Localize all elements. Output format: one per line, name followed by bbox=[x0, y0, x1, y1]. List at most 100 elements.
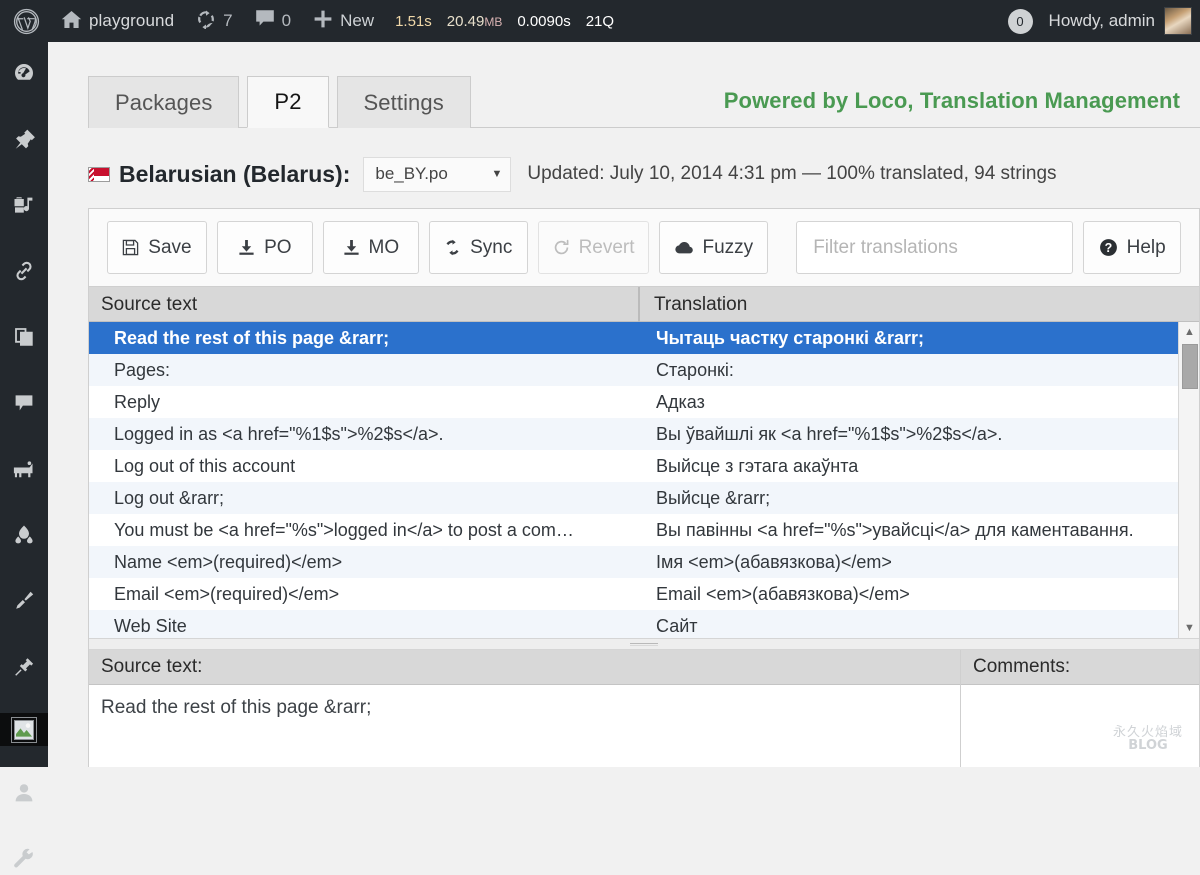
table-row[interactable]: Reply Адказ bbox=[89, 386, 1199, 418]
watermark-line1: 永久火焰域 bbox=[1112, 724, 1183, 740]
media-icon bbox=[13, 194, 35, 216]
sidebar-item-pages[interactable] bbox=[0, 320, 48, 353]
panel-resize-handle[interactable] bbox=[89, 638, 1199, 650]
source-text-label: Source text: bbox=[89, 650, 960, 685]
table-row[interactable]: Log out &rarr; Выйсце &rarr; bbox=[89, 482, 1199, 514]
stat-memory: 20.49MB bbox=[446, 12, 503, 30]
wordpress-logo-button[interactable] bbox=[0, 0, 50, 42]
download-po-button[interactable]: PO bbox=[216, 221, 313, 274]
sidebar-item-plugin-settings[interactable] bbox=[0, 650, 48, 683]
sidebar-item-editor[interactable] bbox=[0, 584, 48, 617]
comments-value[interactable]: 永久火焰域 BLOG bbox=[961, 685, 1199, 767]
comment-bubble-icon bbox=[255, 9, 275, 33]
updated-status: Updated: July 10, 2014 4:31 pm — 100% tr… bbox=[527, 163, 1057, 184]
cell-translation[interactable]: Чытаць частку старонкі &rarr; bbox=[638, 328, 1199, 349]
admin-sidebar-menu bbox=[0, 42, 48, 867]
blog-watermark: 永久火焰域 BLOG bbox=[1113, 726, 1183, 753]
help-button[interactable]: ? Help bbox=[1083, 221, 1182, 274]
sync-button[interactable]: Sync bbox=[428, 221, 528, 274]
cell-translation[interactable]: Email <em>(абавязкова)</em> bbox=[638, 584, 1199, 605]
wordpress-logo-icon bbox=[13, 8, 40, 35]
table-row[interactable]: You must be <a href="%s">logged in</a> t… bbox=[89, 514, 1199, 546]
sidebar-item-links[interactable] bbox=[0, 254, 48, 287]
belarus-flag-icon bbox=[88, 166, 110, 182]
cell-source: Name <em>(required)</em> bbox=[114, 551, 343, 572]
editor-panel: Save PO MO Sync Revert Fuzzy Filter tran… bbox=[88, 208, 1200, 767]
cell-translation[interactable]: Сайт bbox=[638, 616, 1199, 637]
revert-label: Revert bbox=[578, 236, 635, 258]
cell-translation[interactable]: Адказ bbox=[638, 392, 1199, 413]
sidebar-item-tools[interactable] bbox=[0, 842, 48, 875]
source-text-value: Read the rest of this page &rarr; bbox=[89, 685, 960, 767]
comments-count: 0 bbox=[281, 11, 292, 30]
table-row[interactable]: Pages: Старонкі: bbox=[89, 354, 1199, 386]
sidebar-item-users[interactable] bbox=[0, 776, 48, 809]
table-row[interactable]: Name <em>(required)</em> Імя <em>(абавяз… bbox=[89, 546, 1199, 578]
source-text-pane: Source text: Read the rest of this page … bbox=[89, 650, 961, 767]
sidebar-item-appearance[interactable] bbox=[0, 452, 48, 485]
appearance-icon bbox=[13, 458, 35, 480]
new-content-menu[interactable]: New bbox=[302, 0, 385, 42]
cell-source: Email <em>(required)</em> bbox=[114, 583, 340, 604]
refresh-icon bbox=[444, 239, 461, 256]
updates-count: 7 bbox=[223, 11, 233, 30]
scroll-down-arrow-icon[interactable]: ▼ bbox=[1179, 618, 1199, 638]
avatar[interactable] bbox=[1164, 7, 1192, 35]
editor-toolbar: Save PO MO Sync Revert Fuzzy Filter tran… bbox=[89, 209, 1199, 287]
site-name-menu[interactable]: playground bbox=[50, 0, 185, 42]
chevron-down-icon: ▼ bbox=[491, 168, 503, 180]
comments-menu[interactable]: 0 bbox=[244, 0, 302, 42]
po-label: PO bbox=[264, 236, 292, 258]
fuzzy-button[interactable]: Fuzzy bbox=[659, 221, 769, 274]
dashboard-icon bbox=[13, 62, 35, 84]
content-area: Packages P2 Settings Powered by Loco, Tr… bbox=[48, 42, 1200, 767]
filter-translations-input[interactable]: Filter translations bbox=[796, 221, 1074, 274]
po-file-select[interactable]: be_BY.po ▼ bbox=[363, 156, 512, 192]
table-row[interactable]: Web Site Сайт bbox=[89, 610, 1199, 638]
sidebar-item-dashboard[interactable] bbox=[0, 56, 48, 89]
loco-brand-label: Powered by Loco, Translation Management bbox=[723, 88, 1180, 113]
table-row[interactable]: Log out of this account Выйсце з гэтага … bbox=[89, 450, 1199, 482]
cell-translation[interactable]: Старонкі: bbox=[638, 360, 1199, 381]
cell-translation[interactable]: Вы павінны <a href="%s">увайсці</a> для … bbox=[638, 520, 1199, 541]
updates-menu[interactable]: 7 bbox=[185, 0, 243, 42]
column-header-source[interactable]: Source text bbox=[89, 287, 638, 322]
scrollbar-thumb[interactable] bbox=[1182, 344, 1198, 389]
link-icon bbox=[13, 260, 35, 282]
cell-translation[interactable]: Выйсце &rarr; bbox=[638, 488, 1199, 509]
revert-button[interactable]: Revert bbox=[537, 221, 650, 274]
brush-icon bbox=[13, 590, 35, 612]
cell-translation[interactable]: Вы ўвайшлі як <a href="%1$s">%2$s</a>. bbox=[638, 424, 1199, 445]
users-icon bbox=[13, 782, 35, 804]
table-row[interactable]: Email <em>(required)</em> Email <em>(аба… bbox=[89, 578, 1199, 610]
download-mo-button[interactable]: MO bbox=[322, 221, 419, 274]
filter-placeholder: Filter translations bbox=[813, 236, 958, 258]
save-button[interactable]: Save bbox=[107, 221, 207, 274]
revert-icon bbox=[553, 239, 570, 256]
scroll-up-arrow-icon[interactable]: ▲ bbox=[1179, 322, 1199, 342]
table-vertical-scrollbar[interactable]: ▲ ▼ bbox=[1178, 322, 1199, 638]
tab-settings[interactable]: Settings bbox=[336, 76, 471, 128]
sidebar-item-plugins[interactable] bbox=[0, 518, 48, 551]
column-header-translation[interactable]: Translation bbox=[638, 287, 1199, 322]
fuzzy-label: Fuzzy bbox=[702, 236, 754, 258]
howdy-label[interactable]: Howdy, admin bbox=[1049, 11, 1155, 31]
comments-icon bbox=[13, 392, 35, 414]
table-row[interactable]: Logged in as <a href="%1$s">%2$s</a>. Вы… bbox=[89, 418, 1199, 450]
table-row[interactable]: Read the rest of this page &rarr; Чытаць… bbox=[89, 322, 1199, 354]
cell-translation[interactable]: Выйсце з гэтага акаўнта bbox=[638, 456, 1199, 477]
notification-badge[interactable]: 0 bbox=[1007, 8, 1033, 34]
cell-source: Pages: bbox=[114, 359, 171, 380]
sidebar-item-comments[interactable] bbox=[0, 386, 48, 419]
page-title: Belarusian (Belarus): bbox=[119, 160, 351, 187]
cell-translation[interactable]: Імя <em>(абавязкова)</em> bbox=[638, 552, 1199, 573]
question-circle-icon: ? bbox=[1099, 238, 1118, 257]
tab-packages[interactable]: Packages bbox=[88, 76, 240, 128]
tab-p2[interactable]: P2 bbox=[247, 76, 329, 128]
loco-translate-icon bbox=[11, 716, 37, 743]
sidebar-item-loco-translate[interactable] bbox=[0, 713, 48, 746]
plug-icon bbox=[13, 656, 35, 678]
po-file-value: be_BY.po bbox=[375, 164, 448, 183]
sidebar-item-media[interactable] bbox=[0, 188, 48, 221]
sidebar-item-posts[interactable] bbox=[0, 122, 48, 155]
